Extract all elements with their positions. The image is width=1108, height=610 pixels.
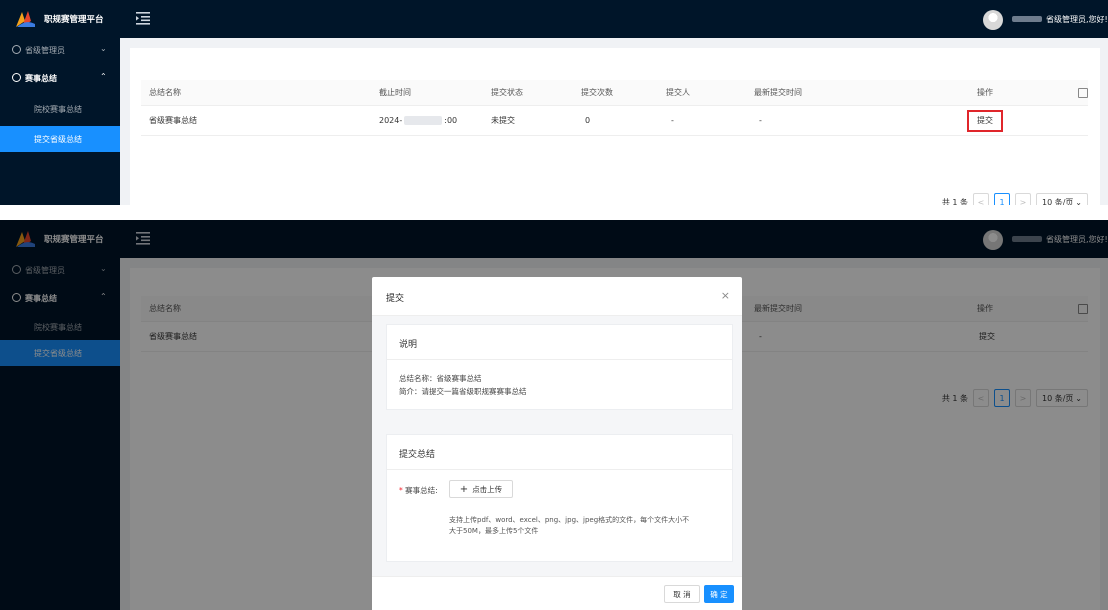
column-header: 操作	[977, 88, 993, 97]
sidebar-group-province-admin[interactable]: 省级管理员 ⌄	[0, 38, 120, 62]
cancel-button[interactable]: 取 消	[664, 585, 700, 603]
sidebar-group-label: 省级管理员	[25, 46, 65, 55]
sidebar-item-submit-summary[interactable]: 提交省级总结	[0, 126, 120, 152]
page-size-select[interactable]: 10 条/页 ⌄	[1036, 193, 1088, 205]
divider	[387, 359, 732, 360]
submit-summary-card: 提交总结 * 赛事总结: + 点击上传 支持上传pdf、word、excel、p…	[386, 434, 733, 562]
next-page-button[interactable]: >	[1015, 193, 1031, 205]
column-header: 截止时间	[379, 88, 411, 97]
plus-icon: +	[459, 483, 469, 495]
upload-hint-line: 大于50M，最多上传5个文件	[449, 527, 539, 535]
user-avatar[interactable]	[983, 10, 1003, 30]
sidebar-group-label: 赛事总结	[25, 74, 57, 83]
prev-page-button[interactable]: <	[973, 193, 989, 205]
field-label-text: 赛事总结:	[405, 486, 438, 495]
page-size-label: 10 条/页	[1042, 197, 1074, 206]
page-1-button[interactable]: 1	[994, 193, 1010, 205]
cell-name: 省级赛事总结	[149, 116, 197, 125]
menu-fold-icon[interactable]	[136, 12, 150, 25]
modal-body: 说明 总结名称：省级赛事总结 简介：请提交一篇省级职规赛赛事总结 提交总结 * …	[372, 316, 742, 576]
divider	[387, 469, 732, 470]
settings-icon	[12, 45, 21, 54]
app-logo-icon	[16, 11, 35, 27]
redacted-block	[404, 116, 443, 125]
upload-hint: 支持上传pdf、word、excel、png、jpg、jpeg格式的文件，每个文…	[449, 515, 729, 537]
description-header: 说明	[399, 340, 418, 350]
confirm-button[interactable]: 确 定	[704, 585, 734, 603]
cell-latest: -	[759, 116, 762, 125]
close-icon[interactable]: ×	[721, 289, 730, 302]
summary-name-text: 总结名称：省级赛事总结	[399, 374, 482, 383]
pagination: 共 1 条 < 1 > 10 条/页 ⌄	[942, 192, 1088, 205]
table-row: 省级赛事总结 2024- :00 未提交 0 - - 提交	[141, 106, 1088, 136]
sidebar: 省级管理员 ⌄ 赛事总结 ⌃ 院校赛事总结 提交省级总结	[0, 38, 120, 205]
column-header: 提交状态	[491, 88, 523, 97]
upload-hint-line: 支持上传pdf、word、excel、png、jpg、jpeg格式的文件，每个文…	[449, 516, 690, 524]
column-settings-icon[interactable]	[1078, 88, 1088, 98]
column-header: 最新提交时间	[754, 88, 802, 97]
required-mark: *	[399, 486, 403, 495]
deadline-text: 2024-	[379, 116, 403, 125]
screenshot-list-view: 职规赛管理平台 省级管理员,您好! 省级管理员 ⌄ 赛事总结 ⌃ 院校赛事总结 …	[0, 0, 1108, 205]
sidebar-item-school-summary[interactable]: 院校赛事总结	[0, 96, 120, 122]
deadline-text: :00	[444, 116, 458, 125]
chevron-up-icon: ⌃	[100, 72, 107, 81]
column-header: 提交人	[666, 88, 690, 97]
submit-summary-header: 提交总结	[399, 450, 436, 460]
summary-intro-text: 简介：请提交一篇省级职规赛赛事总结	[399, 387, 527, 396]
table-card: 总结名称 截止时间 提交状态 提交次数 提交人 最新提交时间 操作 省级赛事总结…	[130, 48, 1100, 205]
submit-modal: 提交 × 说明 总结名称：省级赛事总结 简介：请提交一篇省级职规赛赛事总结 提交…	[372, 277, 742, 610]
top-navbar: 职规赛管理平台 省级管理员,您好!	[0, 0, 1108, 38]
user-greeting: 省级管理员,您好!	[1046, 15, 1108, 24]
upload-button[interactable]: + 点击上传	[449, 480, 513, 498]
modal-footer: 取 消 确 定	[372, 576, 742, 610]
sidebar-item-label: 院校赛事总结	[34, 105, 82, 114]
cell-submitter: -	[671, 116, 674, 125]
column-header: 总结名称	[149, 88, 181, 97]
modal-title: 提交	[386, 294, 405, 304]
cell-status: 未提交	[491, 116, 515, 125]
sidebar-item-label: 提交省级总结	[34, 135, 82, 144]
chevron-down-icon: ⌄	[100, 44, 107, 53]
cell-deadline: 2024- :00	[379, 106, 457, 135]
settings-icon	[12, 73, 21, 82]
chevron-down-icon: ⌄	[1075, 197, 1082, 206]
table-header: 总结名称 截止时间 提交状态 提交次数 提交人 最新提交时间 操作	[141, 80, 1088, 106]
upload-field-label: * 赛事总结:	[399, 485, 438, 496]
main-content: 总结名称 截止时间 提交状态 提交次数 提交人 最新提交时间 操作 省级赛事总结…	[120, 38, 1108, 205]
cell-count: 0	[585, 116, 591, 125]
app-title: 职规赛管理平台	[44, 15, 104, 25]
column-header: 提交次数	[581, 88, 613, 97]
upload-button-label: 点击上传	[472, 484, 503, 494]
screenshot-submit-modal: 职规赛管理平台 省级管理员,您好! 省级管理员 ⌄ 赛事总结 ⌃ 院校赛事总结 …	[0, 220, 1108, 610]
user-name-redacted	[1012, 16, 1042, 22]
submit-link[interactable]: 提交	[977, 106, 993, 135]
pagination-total: 共 1 条	[941, 197, 968, 206]
description-card: 说明 总结名称：省级赛事总结 简介：请提交一篇省级职规赛赛事总结	[386, 324, 733, 410]
sidebar-group-event-summary[interactable]: 赛事总结 ⌃	[0, 66, 120, 90]
